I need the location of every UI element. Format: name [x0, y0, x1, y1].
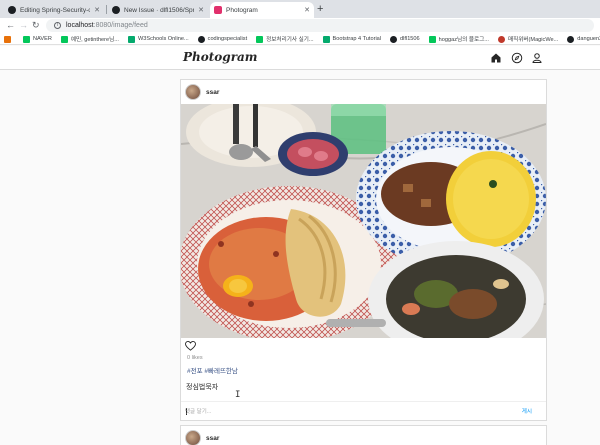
- post-body: 0 likes #전포 #빠레뜨한남 정심법묵자: [181, 338, 546, 395]
- bookmark-item[interactable]: hoggaz님의 블로그...: [428, 35, 489, 43]
- apps-grid-icon: [4, 35, 11, 43]
- tab-title: Editing Spring-Security-oAuth-: [20, 6, 90, 14]
- like-count: 0 likes: [187, 355, 203, 361]
- photogram-icon: [214, 6, 222, 14]
- avatar[interactable]: [185, 430, 201, 445]
- magicweaver-icon: [497, 35, 505, 43]
- bookmark-label: Bootstrap 4 Tutorial: [332, 36, 382, 42]
- app-header: Photogram: [0, 46, 600, 70]
- app-logo[interactable]: Photogram: [183, 50, 257, 64]
- forward-icon[interactable]: →: [19, 20, 28, 30]
- tab-separator: [106, 5, 107, 14]
- github-icon: [390, 35, 398, 43]
- feed-post: ssar: [180, 425, 547, 445]
- post-header: ssar: [181, 426, 546, 445]
- bookmark-label: codingspecialist: [207, 36, 248, 42]
- browser-toolbar: ← → ↻ i localhost:8080/image/feed: [0, 18, 600, 34]
- close-icon[interactable]: ✕: [304, 6, 310, 14]
- bookmark-label: 매직위버(MagicWe...: [507, 37, 559, 43]
- bookmark-item[interactable]: NAVER: [23, 35, 52, 43]
- github-icon: [8, 6, 16, 14]
- post-tags[interactable]: #전포 #빠레뜨한남: [185, 365, 542, 375]
- bookmark-label: danguen2zo: [577, 36, 600, 42]
- naver-blog-icon: [256, 35, 264, 43]
- bookmark-item[interactable]: dlfl1506: [390, 35, 420, 43]
- w3schools-icon: [127, 35, 135, 43]
- avatar[interactable]: [185, 84, 201, 100]
- github-icon: [567, 35, 575, 43]
- close-icon[interactable]: ✕: [198, 6, 204, 14]
- close-icon[interactable]: ✕: [94, 6, 100, 14]
- bookmark-item[interactable]: 매직위버(MagicWe...: [497, 35, 559, 43]
- bookmark-item[interactable]: Bootstrap 4 Tutorial: [322, 35, 382, 43]
- bookmark-item[interactable]: codingspecialist: [197, 35, 248, 43]
- food-photo: [181, 104, 546, 338]
- home-icon[interactable]: [490, 52, 502, 64]
- address-bar[interactable]: i localhost:8080/image/feed: [46, 19, 594, 32]
- comment-box: 게시: [181, 401, 546, 420]
- w3schools-icon: [322, 35, 330, 43]
- bookmark-item[interactable]: 정보처리기사 실기...: [256, 35, 314, 43]
- github-icon: [112, 6, 120, 14]
- tab-title: Photogram: [226, 6, 258, 14]
- profile-icon[interactable]: [531, 52, 543, 64]
- post-username[interactable]: ssar: [206, 89, 219, 96]
- naver-icon: [23, 35, 30, 43]
- bookmark-label: dlfl1506: [400, 36, 420, 42]
- bookmark-item[interactable]: [4, 35, 14, 43]
- bookmarks-bar: NAVER 예민, getinthere님... W3Schools Online.…: [0, 34, 600, 45]
- back-icon[interactable]: ←: [6, 20, 15, 30]
- explore-icon[interactable]: [511, 52, 523, 64]
- bookmark-label: NAVER: [33, 36, 52, 42]
- tab-strip: Editing Spring-Security-oAuth- ✕ New Iss…: [0, 0, 600, 18]
- i-beam-cursor-icon: I: [235, 390, 241, 400]
- feed-post: ssar: [180, 79, 547, 421]
- bookmark-label: hoggaz님의 블로그...: [438, 37, 489, 43]
- naver-blog-icon: [60, 35, 68, 43]
- heart-icon[interactable]: [185, 341, 196, 351]
- post-header: ssar: [181, 80, 546, 104]
- bookmark-label: 정보처리기사 실기...: [266, 37, 314, 43]
- naver-blog-icon: [428, 35, 436, 43]
- new-tab-button[interactable]: +: [317, 3, 323, 15]
- url-path: :8080/image/feed: [93, 22, 148, 29]
- tab-photogram[interactable]: Photogram ✕: [210, 2, 314, 18]
- bookmark-label: W3Schools Online...: [137, 36, 189, 42]
- comment-input[interactable]: [185, 406, 505, 417]
- tab-editing-spring-security[interactable]: Editing Spring-Security-oAuth- ✕: [4, 2, 104, 18]
- github-icon: [197, 35, 205, 43]
- reload-icon[interactable]: ↻: [32, 20, 40, 31]
- info-icon[interactable]: i: [54, 22, 61, 29]
- bookmark-label: 예민, getinthere님...: [70, 37, 119, 43]
- post-image[interactable]: [181, 104, 546, 338]
- url-host: localhost: [66, 22, 94, 29]
- tab-new-issue[interactable]: New Issue · dlfl1506/Spring-Se ✕: [108, 2, 208, 18]
- tab-title: New Issue · dlfl1506/Spring-Se: [124, 6, 194, 14]
- post-comment-button[interactable]: 게시: [522, 407, 532, 415]
- bookmark-item[interactable]: danguen2zo: [567, 35, 600, 43]
- post-username[interactable]: ssar: [206, 435, 219, 442]
- bookmark-item[interactable]: W3Schools Online...: [127, 35, 189, 43]
- bookmark-item[interactable]: 예민, getinthere님...: [60, 35, 119, 43]
